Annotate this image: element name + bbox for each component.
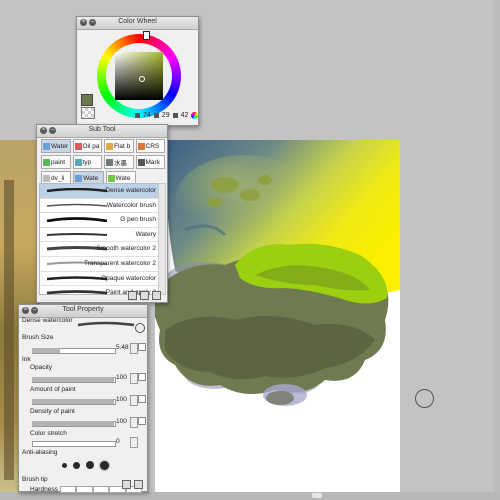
main-color-swatch[interactable] — [81, 94, 93, 106]
brush-icon — [107, 174, 115, 182]
brush-icon — [43, 142, 50, 150]
stroke-preview — [46, 203, 108, 207]
pen-icon — [43, 174, 50, 182]
brush-icon — [43, 158, 50, 166]
brush-icon — [106, 158, 113, 166]
anti-aliasing-label: Anti-aliasing — [22, 449, 58, 456]
brush-size-label: Brush Size — [22, 334, 54, 341]
spinner-icon[interactable] — [130, 437, 138, 448]
canvas-paper[interactable] — [155, 140, 400, 492]
spinner-icon[interactable] — [130, 417, 138, 428]
subtool-panel: × – Sub Tool Water Oil pa Flat b CRS pai… — [36, 124, 168, 303]
aa-weak-icon[interactable] — [73, 461, 80, 469]
color-wheel-panel: × – Color Wheel 74 29 42 — [76, 16, 199, 126]
aa-none-icon[interactable] — [62, 462, 67, 468]
subtool-titlebar[interactable]: × – Sub Tool — [37, 125, 167, 138]
copy-icon[interactable] — [140, 291, 149, 300]
checkbox-icon[interactable] — [138, 417, 146, 425]
right-scroll-track[interactable] — [494, 0, 500, 500]
tool-property-footer — [122, 480, 143, 489]
tab-crs[interactable]: CRS — [135, 139, 165, 153]
slider-fill — [32, 377, 114, 382]
slider-fill — [32, 421, 114, 426]
property-list: Brush Size 5.48 Ink Opacity 100 Amount o… — [22, 333, 146, 496]
sub-color-swatch[interactable] — [81, 107, 95, 119]
list-item-dense-watercolor[interactable]: Dense watercolor — [40, 184, 158, 199]
settings-icon[interactable] — [122, 480, 131, 489]
brush-size-slider[interactable]: 5.48 — [22, 342, 146, 355]
brush-icon — [137, 142, 145, 150]
checkbox-icon[interactable] — [138, 373, 146, 381]
subtool-group-tabs: Water Oil pa Flat b CRS paint typ 水墨 Mar… — [41, 139, 165, 187]
color-stretch-row[interactable]: Color stretch 0 — [22, 430, 146, 448]
spinner-icon[interactable] — [130, 343, 138, 354]
tab-paint[interactable]: paint — [41, 155, 71, 169]
stroke-preview — [46, 290, 108, 295]
stroke-preview — [77, 321, 135, 327]
brush-list: Dense watercolor Watercolor brush G pen … — [39, 183, 159, 301]
brush-cursor — [415, 389, 434, 408]
brush-icon — [74, 142, 82, 150]
ink-section-label: Ink — [22, 356, 31, 363]
list-item-g-pen-brush[interactable]: G pen brush — [40, 213, 158, 228]
slider-track[interactable] — [32, 441, 116, 447]
list-item-transparent-watercolor-2[interactable]: Transparent watercolor 2 — [40, 257, 158, 272]
density-of-paint-row[interactable]: Density of paint 100 — [22, 408, 146, 430]
aa-strong-icon[interactable] — [100, 460, 109, 470]
color-mode-icon[interactable] — [191, 112, 199, 119]
square-icon — [135, 113, 140, 118]
panel-title: Sub Tool — [88, 126, 116, 133]
subtool-footer — [128, 291, 161, 300]
brush-icon — [106, 142, 113, 150]
list-item-watercolor-brush[interactable]: Watercolor brush — [40, 199, 158, 214]
tab-water[interactable]: Water — [41, 139, 71, 153]
horizontal-scroll-thumb[interactable] — [312, 493, 322, 498]
tool-property-panel: × – Tool Property Dense watercolor Brush… — [18, 304, 148, 493]
hue-marker[interactable] — [143, 31, 150, 40]
painting — [155, 140, 400, 406]
square-icon — [172, 113, 178, 118]
square-icon — [153, 113, 159, 118]
slider-fill — [32, 399, 114, 404]
trash-icon[interactable] — [152, 291, 161, 300]
panel-title: Color Wheel — [118, 18, 157, 25]
tab-oil-paint[interactable]: Oil pa — [72, 139, 102, 153]
opacity-row[interactable]: Opacity 100 — [22, 364, 146, 386]
aa-medium-icon[interactable] — [86, 461, 94, 469]
spinner-icon[interactable] — [130, 373, 138, 384]
stroke-preview — [46, 232, 108, 236]
amount-of-paint-row[interactable]: Amount of paint 100 — [22, 386, 146, 408]
stroke-preview — [46, 188, 108, 193]
tab-ink-wash[interactable]: 水墨 — [104, 155, 134, 169]
tab-typ[interactable]: typ — [72, 155, 102, 169]
checkbox-icon[interactable] — [138, 343, 146, 351]
brush-icon — [75, 174, 83, 182]
list-item-opaque-watercolor[interactable]: Opaque watercolor — [40, 272, 158, 287]
panel-title: Tool Property — [62, 306, 104, 313]
color-picker-dot[interactable] — [139, 76, 145, 82]
list-item-smooth-watercolor-2[interactable]: Smooth watercolor 2 — [40, 242, 158, 257]
search-icon[interactable] — [135, 323, 145, 333]
tool-name: Dense watercolor — [22, 317, 73, 324]
tab-marker[interactable]: Mark — [135, 155, 165, 169]
list-item-watery[interactable]: Watery — [40, 228, 158, 243]
wrench-icon[interactable] — [134, 480, 143, 489]
tab-flat-brush[interactable]: Flat b — [104, 139, 134, 153]
anti-aliasing-options — [62, 459, 146, 471]
color-value-1: 74 — [143, 112, 151, 119]
color-value-3: 42 — [180, 112, 189, 119]
marker-icon — [137, 158, 145, 166]
brush-icon — [74, 158, 82, 166]
color-values: 74 29 42 — [135, 112, 199, 119]
checkbox-icon[interactable] — [138, 395, 146, 403]
color-value-2: 29 — [161, 112, 170, 119]
stroke-preview — [46, 275, 108, 280]
settings-icon[interactable] — [128, 291, 137, 300]
slider-fill — [32, 348, 60, 353]
spinner-icon[interactable] — [130, 395, 138, 406]
color-wheel-titlebar[interactable]: × – Color Wheel — [77, 17, 198, 30]
stroke-preview — [46, 217, 108, 223]
brush-size-value[interactable]: 5.48 — [116, 344, 129, 351]
brush-list-scrollbar[interactable] — [158, 183, 166, 295]
